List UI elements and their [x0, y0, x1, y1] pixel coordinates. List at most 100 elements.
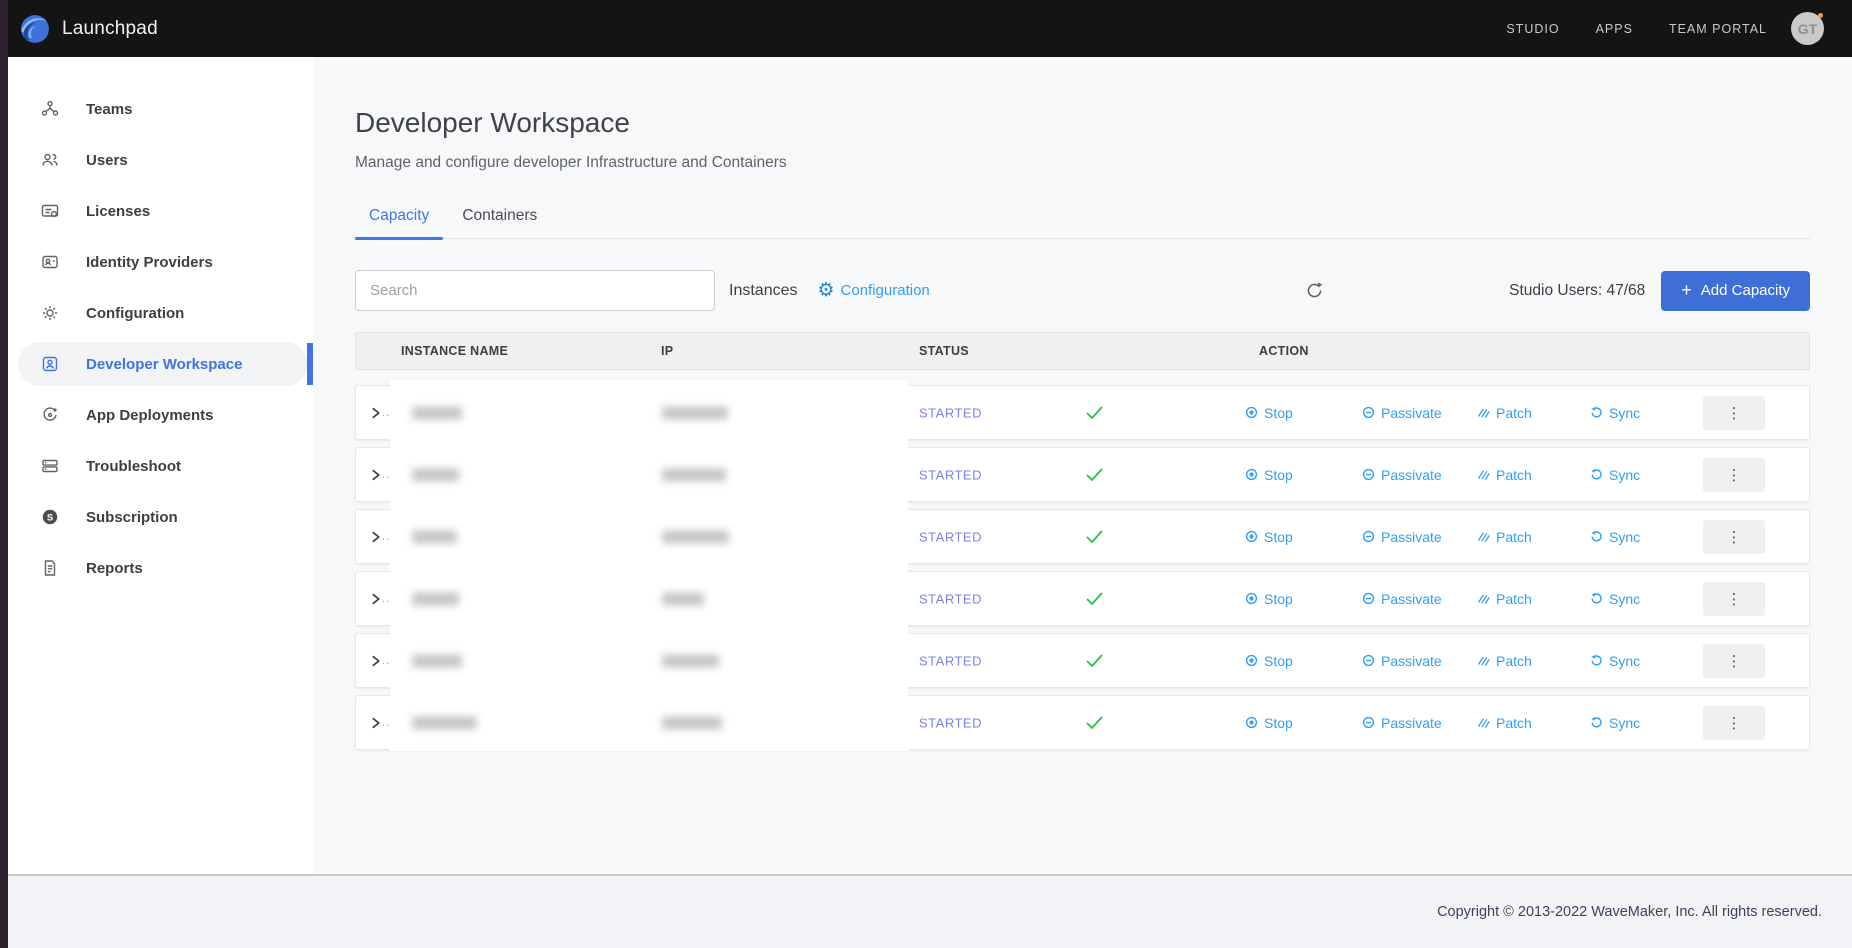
- expand-chevron-icon[interactable]: [369, 654, 382, 667]
- row-ellipsis-prefix: ..: [382, 593, 390, 605]
- sync-action-label: Sync: [1609, 715, 1640, 731]
- sync-icon: [1590, 716, 1603, 729]
- configuration-icon: [40, 303, 60, 323]
- sidebar-item-app-deployments[interactable]: App Deployments: [0, 393, 313, 437]
- sync-action[interactable]: Sync: [1590, 653, 1640, 669]
- patch-action[interactable]: Patch: [1477, 591, 1532, 607]
- passivate-action[interactable]: Passivate: [1362, 591, 1442, 607]
- patch-action[interactable]: Patch: [1477, 529, 1532, 545]
- tab-containers[interactable]: Containers: [448, 198, 551, 238]
- search-input[interactable]: [355, 270, 715, 311]
- teams-icon: [40, 99, 60, 119]
- plus-icon: +: [1681, 280, 1692, 301]
- stop-icon: [1245, 716, 1258, 729]
- sidebar-item-troubleshoot[interactable]: Troubleshoot: [0, 444, 313, 488]
- table-header: INSTANCE NAME IP STATUS ACTION: [355, 332, 1810, 370]
- sidebar-item-developer-workspace[interactable]: Developer Workspace: [0, 342, 313, 386]
- footer: Copyright © 2013-2022 WaveMaker, Inc. Al…: [0, 874, 1852, 948]
- page-subtitle: Manage and configure developer Infrastru…: [355, 154, 1810, 172]
- patch-action[interactable]: Patch: [1477, 715, 1532, 731]
- passivate-action[interactable]: Passivate: [1362, 715, 1442, 731]
- tabs: Capacity Containers: [355, 198, 1810, 239]
- top-nav-apps[interactable]: APPS: [1596, 22, 1633, 36]
- success-check-icon: [1086, 406, 1103, 420]
- passivate-action[interactable]: Passivate: [1362, 653, 1442, 669]
- patch-icon: [1477, 468, 1490, 481]
- expand-chevron-icon[interactable]: [369, 530, 382, 543]
- sidebar-item-subscription[interactable]: S Subscription: [0, 495, 313, 539]
- passivate-action[interactable]: Passivate: [1362, 405, 1442, 421]
- kebab-icon: ⋮: [1727, 590, 1742, 608]
- patch-action[interactable]: Patch: [1477, 467, 1532, 483]
- blurred-row: [390, 385, 908, 440]
- stop-action[interactable]: Stop: [1245, 653, 1293, 669]
- column-header-action: ACTION: [1259, 333, 1309, 369]
- sidebar-item-licenses[interactable]: Licenses: [0, 189, 313, 233]
- row-menu-button[interactable]: ⋮: [1703, 706, 1765, 740]
- stop-action[interactable]: Stop: [1245, 467, 1293, 483]
- gear-icon: ⚙: [817, 281, 834, 300]
- sidebar-item-label: Licenses: [86, 203, 150, 220]
- blurred-row: [390, 695, 908, 750]
- stop-action-label: Stop: [1264, 653, 1293, 669]
- sidebar-item-users[interactable]: Users: [0, 138, 313, 182]
- sync-action[interactable]: Sync: [1590, 467, 1640, 483]
- sidebar-item-identity-providers[interactable]: Identity Providers: [0, 240, 313, 284]
- stop-action[interactable]: Stop: [1245, 529, 1293, 545]
- subscription-icon: S: [40, 507, 60, 527]
- blurred-ip: [662, 468, 726, 481]
- sidebar-item-configuration[interactable]: Configuration: [0, 291, 313, 335]
- stop-icon: [1245, 406, 1258, 419]
- status-text: STARTED: [919, 591, 982, 606]
- stop-icon: [1245, 654, 1258, 667]
- sync-action-label: Sync: [1609, 653, 1640, 669]
- patch-action-label: Patch: [1496, 653, 1532, 669]
- copyright-text: Copyright © 2013-2022 WaveMaker, Inc. Al…: [1437, 904, 1822, 920]
- page-title: Developer Workspace: [355, 107, 1810, 139]
- row-menu-button[interactable]: ⋮: [1703, 520, 1765, 554]
- sync-action[interactable]: Sync: [1590, 715, 1640, 731]
- sync-action[interactable]: Sync: [1590, 405, 1640, 421]
- patch-action[interactable]: Patch: [1477, 405, 1532, 421]
- identity-providers-icon: [40, 252, 60, 272]
- row-menu-button[interactable]: ⋮: [1703, 458, 1765, 492]
- row-menu-button[interactable]: ⋮: [1703, 582, 1765, 616]
- success-check-icon: [1086, 530, 1103, 544]
- sidebar-item-label: Reports: [86, 560, 143, 577]
- add-capacity-button[interactable]: + Add Capacity: [1661, 271, 1810, 311]
- stop-action[interactable]: Stop: [1245, 715, 1293, 731]
- user-avatar[interactable]: GT: [1791, 12, 1824, 45]
- passivate-action[interactable]: Passivate: [1362, 529, 1442, 545]
- main-content: Developer Workspace Manage and configure…: [313, 57, 1852, 874]
- row-menu-button[interactable]: ⋮: [1703, 396, 1765, 430]
- sync-action[interactable]: Sync: [1590, 529, 1640, 545]
- configuration-link[interactable]: ⚙ Configuration: [817, 281, 929, 300]
- stop-action[interactable]: Stop: [1245, 405, 1293, 421]
- expand-chevron-icon[interactable]: [369, 406, 382, 419]
- sidebar-item-reports[interactable]: Reports: [0, 546, 313, 590]
- passivate-icon: [1362, 468, 1375, 481]
- passivate-action-label: Passivate: [1381, 405, 1442, 421]
- row-menu-button[interactable]: ⋮: [1703, 644, 1765, 678]
- passivate-action[interactable]: Passivate: [1362, 467, 1442, 483]
- patch-action[interactable]: Patch: [1477, 653, 1532, 669]
- stop-action-label: Stop: [1264, 529, 1293, 545]
- sync-action[interactable]: Sync: [1590, 591, 1640, 607]
- studio-users-count: Studio Users: 47/68: [1509, 282, 1645, 300]
- sidebar-item-teams[interactable]: Teams: [0, 87, 313, 131]
- stop-action[interactable]: Stop: [1245, 591, 1293, 607]
- licenses-icon: [40, 201, 60, 221]
- refresh-icon[interactable]: [1305, 281, 1324, 300]
- privacy-blur-band: [390, 380, 908, 751]
- stop-action-label: Stop: [1264, 467, 1293, 483]
- passivate-action-label: Passivate: [1381, 591, 1442, 607]
- sync-action-label: Sync: [1609, 467, 1640, 483]
- top-nav-studio[interactable]: STUDIO: [1506, 22, 1559, 36]
- sidebar-item-label: Identity Providers: [86, 254, 213, 271]
- patch-icon: [1477, 592, 1490, 605]
- expand-chevron-icon[interactable]: [369, 468, 382, 481]
- tab-capacity[interactable]: Capacity: [355, 198, 443, 238]
- expand-chevron-icon[interactable]: [369, 716, 382, 729]
- expand-chevron-icon[interactable]: [369, 592, 382, 605]
- top-nav-team-portal[interactable]: TEAM PORTAL: [1669, 22, 1767, 36]
